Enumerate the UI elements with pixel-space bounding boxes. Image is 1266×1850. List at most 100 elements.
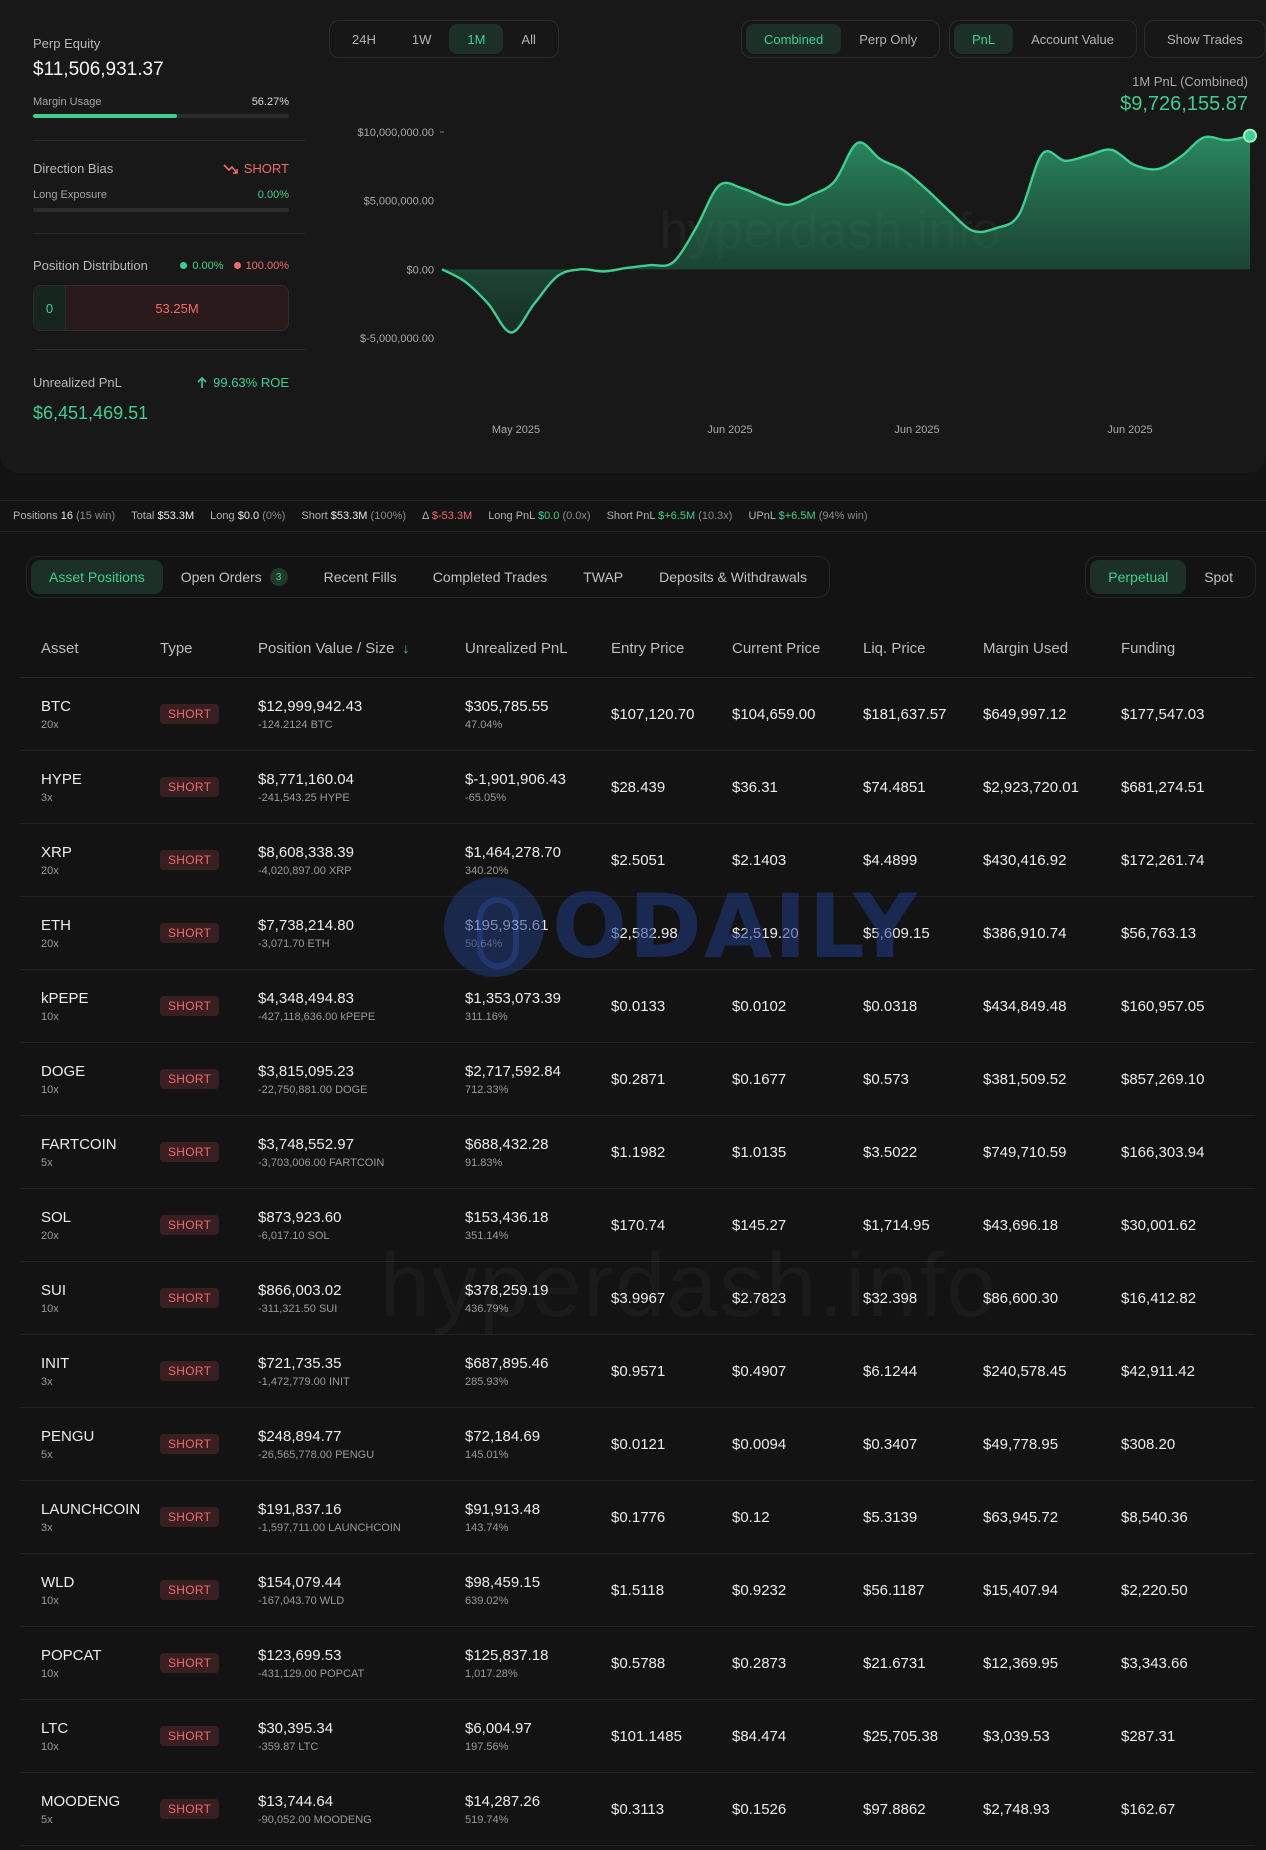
asset-leverage: 5x bbox=[41, 1813, 53, 1826]
position-distribution-row: Position Distribution 0.00% 100.00% bbox=[33, 258, 289, 273]
asset-name[interactable]: HYPE bbox=[41, 771, 160, 788]
col-entry-price[interactable]: Entry Price bbox=[611, 640, 732, 657]
table-header: Asset Type Position Value / Size ↓ Unreal… bbox=[20, 620, 1255, 678]
asset-name[interactable]: SUI bbox=[41, 1282, 160, 1299]
table-row[interactable]: WLD 10x SHORT $154,079.44 -167,043.70 WLD $98… bbox=[20, 1554, 1255, 1627]
col-asset[interactable]: Asset bbox=[20, 640, 160, 657]
tab-spot[interactable]: Spot bbox=[1186, 560, 1251, 594]
col-position-value-label: Position Value / Size bbox=[258, 640, 395, 657]
mode-perp-only[interactable]: Perp Only bbox=[841, 24, 935, 54]
asset-name[interactable]: POPCAT bbox=[41, 1647, 160, 1664]
asset-name[interactable]: PENGU bbox=[41, 1428, 160, 1445]
stat-label: UPnL bbox=[748, 510, 776, 522]
table-row[interactable]: INIT 3x SHORT $721,735.35 -1,472,779.00 INIT… bbox=[20, 1335, 1255, 1408]
table-row[interactable]: SUI 10x SHORT $866,003.02 -311,321.50 SUI $37… bbox=[20, 1262, 1255, 1335]
asset-name[interactable]: BTC bbox=[41, 698, 160, 715]
funding: $172,261.74 bbox=[1121, 851, 1205, 869]
position-size: -6,017.10 SOL bbox=[258, 1229, 330, 1242]
table-row[interactable]: kPEPE 10x SHORT $4,348,494.83 -427,118,636.0… bbox=[20, 970, 1255, 1043]
table-row[interactable]: FARTCOIN 5x SHORT $3,748,552.97 -3,703,006.0… bbox=[20, 1116, 1255, 1189]
asset-cell: LTC 10x bbox=[20, 1720, 160, 1753]
stat-long: Long $0.0 (0%) bbox=[210, 510, 285, 522]
timeframe-1w[interactable]: 1W bbox=[394, 24, 450, 54]
entry-price: $3.9967 bbox=[611, 1289, 666, 1307]
position-cell: $3,748,552.97 -3,703,006.00 FARTCOIN bbox=[258, 1136, 465, 1169]
tab-completed-trades[interactable]: Completed Trades bbox=[415, 560, 565, 594]
table-row[interactable]: POPCAT 10x SHORT $123,699.53 -431,129.00 POP… bbox=[20, 1627, 1255, 1700]
asset-name[interactable]: kPEPE bbox=[41, 990, 160, 1007]
long-dot-icon bbox=[180, 262, 188, 269]
tab-asset-positions[interactable]: Asset Positions bbox=[31, 560, 163, 594]
col-type[interactable]: Type bbox=[160, 640, 258, 657]
tab-perpetual[interactable]: Perpetual bbox=[1090, 560, 1187, 594]
position-size: -427,118,636.00 kPEPE bbox=[258, 1010, 376, 1023]
timeframe-all[interactable]: All bbox=[503, 24, 553, 54]
funding: $162.67 bbox=[1121, 1800, 1176, 1818]
asset-cell: MOODENG 5x bbox=[20, 1793, 160, 1826]
table-row[interactable]: PENGU 5x SHORT $248,894.77 -26,565,778.00 PE… bbox=[20, 1408, 1255, 1481]
col-funding[interactable]: Funding bbox=[1121, 640, 1255, 657]
asset-name[interactable]: SOL bbox=[41, 1209, 160, 1226]
tab-deposits-withdrawals[interactable]: Deposits & Withdrawals bbox=[641, 560, 825, 594]
col-position-value[interactable]: Position Value / Size ↓ bbox=[258, 640, 465, 657]
upnl-value: $-1,901,906.43 bbox=[465, 770, 566, 788]
timeframe-1m[interactable]: 1M bbox=[449, 24, 504, 54]
table-row[interactable]: DOGE 10x SHORT $3,815,095.23 -22,750,881.00 … bbox=[20, 1043, 1255, 1116]
table-row[interactable]: MOODENG 5x SHORT $13,744.64 -90,052.00 MOODE… bbox=[20, 1773, 1255, 1846]
asset-name[interactable]: FARTCOIN bbox=[41, 1136, 160, 1153]
position-value: $154,079.44 bbox=[258, 1573, 342, 1591]
col-liq-price[interactable]: Liq. Price bbox=[863, 640, 983, 657]
asset-name[interactable]: MOODENG bbox=[41, 1793, 160, 1810]
col-margin-used[interactable]: Margin Used bbox=[983, 640, 1121, 657]
upnl-percent: 47.04% bbox=[465, 718, 503, 731]
position-cell: $7,738,214.80 -3,071.70 ETH bbox=[258, 917, 465, 950]
col-current-price[interactable]: Current Price bbox=[732, 640, 863, 657]
table-row[interactable]: BTC 20x SHORT $12,999,942.43 -124.2124 BTC $3… bbox=[20, 678, 1255, 751]
position-size: -431,129.00 POPCAT bbox=[258, 1667, 365, 1680]
position-cell: $866,003.02 -311,321.50 SUI bbox=[258, 1282, 465, 1315]
asset-name[interactable]: INIT bbox=[41, 1355, 160, 1372]
position-cell: $154,079.44 -167,043.70 WLD bbox=[258, 1574, 465, 1607]
metric-pnl[interactable]: PnL bbox=[954, 24, 1014, 54]
mode-combined[interactable]: Combined bbox=[746, 24, 842, 54]
margin-used: $43,696.18 bbox=[983, 1216, 1059, 1234]
asset-name[interactable]: DOGE bbox=[41, 1063, 160, 1080]
tab-twap[interactable]: TWAP bbox=[565, 560, 641, 594]
pnl-endpoint bbox=[1243, 128, 1257, 143]
table-row[interactable]: XRP 20x SHORT $8,608,338.39 -4,020,897.00 XR… bbox=[20, 824, 1255, 897]
direction-bias-text: SHORT bbox=[243, 161, 289, 176]
table-row[interactable]: LAUNCHCOIN 3x SHORT $191,837.16 -1,597,711.0… bbox=[20, 1481, 1255, 1554]
stat-note: (94% win) bbox=[818, 510, 868, 522]
asset-leverage: 20x bbox=[41, 718, 59, 731]
metric-account-value[interactable]: Account Value bbox=[1013, 24, 1132, 54]
asset-cell: WLD 10x bbox=[20, 1574, 160, 1607]
current-price: $2,519.20 bbox=[732, 924, 799, 942]
upnl-value: $195,935.61 bbox=[465, 916, 549, 934]
col-unrealized-pnl[interactable]: Unrealized PnL bbox=[465, 640, 611, 657]
upnl-value: $688,432.28 bbox=[465, 1135, 549, 1153]
funding: $160,957.05 bbox=[1121, 997, 1205, 1015]
long-exposure-row: Long Exposure 0.00% bbox=[33, 189, 289, 201]
asset-leverage: 5x bbox=[41, 1448, 53, 1461]
direction-bias-value: SHORT bbox=[223, 161, 289, 176]
margin-used: $2,748.93 bbox=[983, 1800, 1050, 1818]
liq-price: $97.8862 bbox=[863, 1800, 926, 1818]
show-trades-button[interactable]: Show Trades bbox=[1149, 24, 1261, 54]
asset-name[interactable]: XRP bbox=[41, 844, 160, 861]
asset-name[interactable]: LTC bbox=[41, 1720, 160, 1737]
table-row[interactable]: ETH 20x SHORT $7,738,214.80 -3,071.70 ETH $19… bbox=[20, 897, 1255, 970]
liq-price: $5.3139 bbox=[863, 1508, 918, 1526]
tab-recent-fills[interactable]: Recent Fills bbox=[306, 560, 415, 594]
table-row[interactable]: LTC 10x SHORT $30,395.34 -359.87 LTC $6,004.9… bbox=[20, 1700, 1255, 1773]
tab-open-orders[interactable]: Open Orders 3 bbox=[163, 560, 306, 594]
position-cell: $191,837.16 -1,597,711.00 LAUNCHCOIN bbox=[258, 1501, 465, 1534]
timeframe-24h[interactable]: 24H bbox=[334, 24, 394, 54]
asset-name[interactable]: ETH bbox=[41, 917, 160, 934]
chart-title: 1M PnL (Combined) bbox=[1132, 74, 1248, 89]
table-row[interactable]: SOL 20x SHORT $873,923.60 -6,017.10 SOL $153,… bbox=[20, 1189, 1255, 1262]
position-size: -311,321.50 SUI bbox=[258, 1302, 338, 1315]
table-row[interactable]: HYPE 3x SHORT $8,771,160.04 -241,543.25 HYPE… bbox=[20, 751, 1255, 824]
type-cell: SHORT bbox=[160, 850, 258, 870]
asset-name[interactable]: WLD bbox=[41, 1574, 160, 1591]
asset-name[interactable]: LAUNCHCOIN bbox=[41, 1501, 160, 1518]
